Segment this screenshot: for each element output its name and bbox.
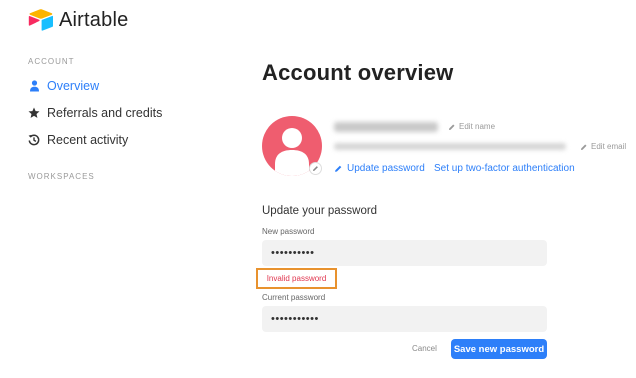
app-name: Airtable xyxy=(59,8,129,31)
profile-name-redacted xyxy=(334,122,438,132)
current-password-label: Current password xyxy=(262,293,326,302)
edit-name-label: Edit name xyxy=(459,122,496,131)
pencil-icon xyxy=(581,144,587,150)
edit-email-link[interactable]: Edit email xyxy=(580,142,626,151)
password-form-title: Update your password xyxy=(262,205,378,217)
cancel-button[interactable]: Cancel xyxy=(412,344,437,353)
save-new-password-button[interactable]: Save new password xyxy=(451,339,547,359)
update-password-label: Update password xyxy=(347,163,425,174)
page-title: Account overview xyxy=(262,60,454,85)
sidebar-heading-workspaces: WORKSPACES xyxy=(28,172,95,181)
current-password-input[interactable]: ••••••••••• xyxy=(262,306,547,332)
pencil-icon xyxy=(449,124,455,130)
sidebar-item-label: Referrals and credits xyxy=(47,106,163,120)
sidebar-item-overview[interactable]: Overview xyxy=(28,79,99,93)
sidebar-item-label: Overview xyxy=(47,79,100,93)
airtable-logo-icon xyxy=(28,9,53,31)
sidebar-item-recent-activity[interactable]: Recent activity xyxy=(28,133,128,147)
avatar-edit-button[interactable] xyxy=(309,162,322,175)
invalid-password-error: Invalid password xyxy=(256,268,337,289)
two-factor-link[interactable]: Set up two-factor authentication xyxy=(434,163,575,174)
update-password-link[interactable]: Update password xyxy=(334,163,425,174)
edit-name-link[interactable]: Edit name xyxy=(448,122,495,131)
new-password-label: New password xyxy=(262,227,315,236)
two-factor-label: Set up two-factor authentication xyxy=(434,163,575,174)
pencil-icon xyxy=(313,166,318,171)
sidebar-item-label: Recent activity xyxy=(47,133,129,147)
account-page: Airtable ACCOUNT Overview Referrals and … xyxy=(0,0,636,378)
edit-email-label: Edit email xyxy=(591,142,627,151)
sidebar-heading-account: ACCOUNT xyxy=(28,57,75,66)
pencil-icon xyxy=(335,165,342,172)
new-password-input[interactable]: •••••••••• xyxy=(262,240,547,266)
star-icon xyxy=(28,107,40,119)
person-icon xyxy=(28,80,40,92)
history-icon xyxy=(28,134,40,146)
airtable-logo[interactable]: Airtable xyxy=(28,8,128,32)
profile-email-redacted xyxy=(334,143,566,150)
sidebar-item-referrals[interactable]: Referrals and credits xyxy=(28,106,162,120)
